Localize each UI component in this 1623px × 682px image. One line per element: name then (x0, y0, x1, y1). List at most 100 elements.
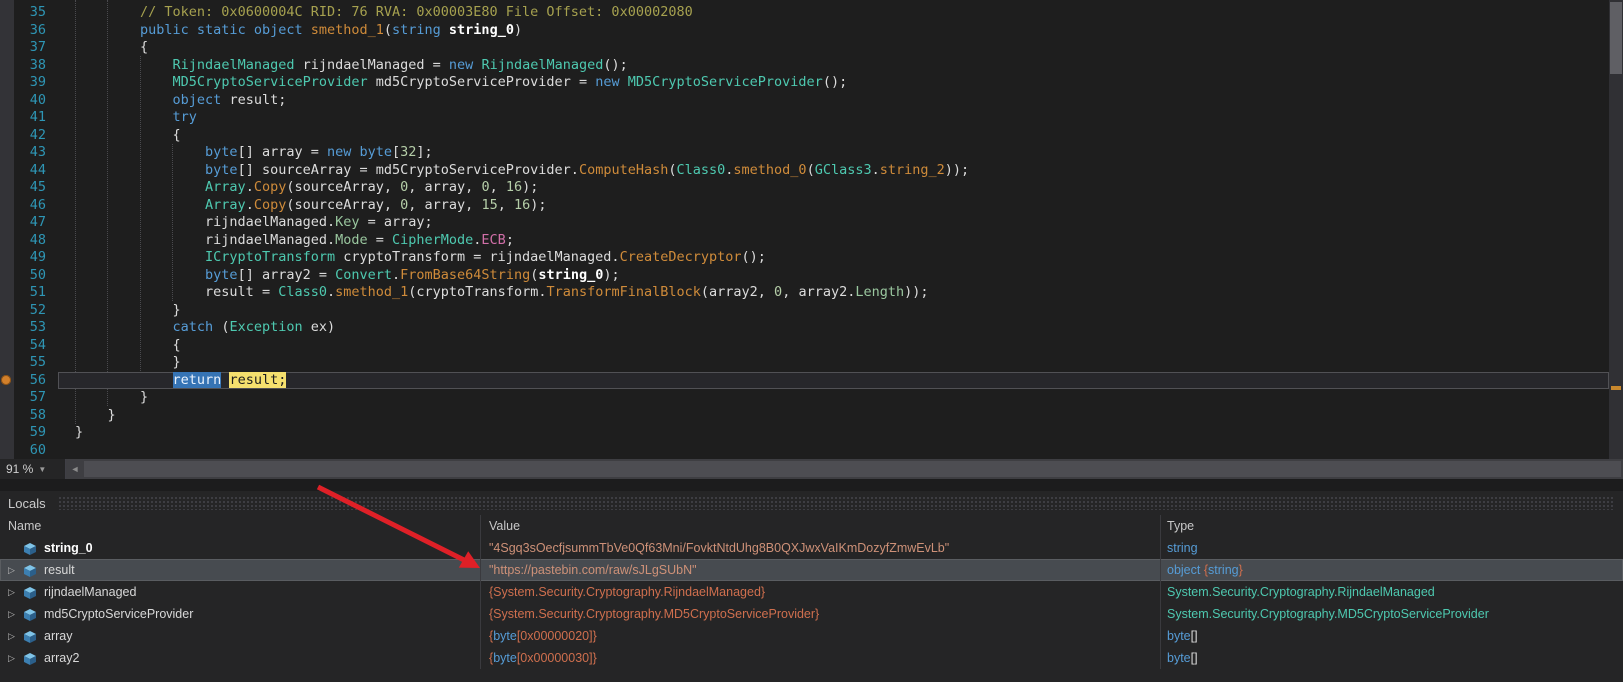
expand-arrow-icon[interactable]: ▷ (8, 603, 23, 625)
line-number: 59 (0, 424, 58, 442)
variable-name-cell[interactable]: ▷array2 (0, 647, 480, 669)
horizontal-scrollbar-thumb[interactable] (84, 461, 1621, 477)
expand-arrow-icon[interactable]: ▷ (8, 647, 23, 669)
line-number: 47 (0, 214, 58, 232)
line-content: return result; (58, 372, 1609, 390)
line-content: { (58, 39, 1609, 57)
line-number: 51 (0, 284, 58, 302)
line-content: rijndaelManaged.Key = array; (58, 214, 1609, 232)
variable-value[interactable]: {System.Security.Cryptography.RijndaelMa… (480, 581, 1160, 603)
code-line[interactable]: 46 Array.Copy(sourceArray, 0, array, 15,… (0, 197, 1609, 215)
locals-row[interactable]: ▷ md5CryptoServiceProvider {System.Securit… (0, 603, 1623, 625)
variable-value[interactable]: {System.Security.Cryptography.MD5CryptoS… (480, 603, 1160, 625)
code-line[interactable]: 48 rijndaelManaged.Mode = CipherMode.ECB… (0, 232, 1609, 250)
code-line[interactable]: 60 (0, 442, 1609, 460)
variable-value[interactable]: {byte[0x00000030]} (480, 647, 1160, 669)
token-kw: byte (493, 629, 517, 643)
token-ty: Array (205, 179, 246, 195)
token-kw: byte (360, 144, 393, 160)
variable-value[interactable]: {byte[0x00000020]} (480, 625, 1160, 647)
code-line[interactable]: 55 } (0, 354, 1609, 372)
locals-row[interactable]: string_0 "4Sgq3sOecfjsummTbVe0Qf63Mni/Fov… (0, 537, 1623, 559)
token-kw: new (595, 74, 619, 90)
code-line[interactable]: 44 byte[] sourceArray = md5CryptoService… (0, 162, 1609, 180)
token-me: string_2 (880, 162, 945, 178)
line-content: try (58, 109, 1609, 127)
variable-name-cell[interactable]: string_0 (0, 537, 480, 559)
token-pl: ); (530, 197, 546, 213)
code-line[interactable]: 41 try (0, 109, 1609, 127)
code-line[interactable]: 49 ICryptoTransform cryptoTransform = ri… (0, 249, 1609, 267)
horizontal-scrollbar[interactable]: ◄ (66, 459, 1623, 479)
token-ty: MD5CryptoServiceProvider (628, 74, 823, 90)
column-header-type[interactable]: Type (1160, 515, 1623, 537)
token-pl: [] array2 = (238, 267, 336, 283)
line-content: catch (Exception ex) (58, 319, 1609, 337)
token-pl: rijndaelManaged. (205, 214, 335, 230)
variable-name: md5CryptoServiceProvider (42, 603, 193, 625)
column-header-name[interactable]: Name (0, 515, 480, 537)
variable-name-cell[interactable]: ▷result (0, 559, 480, 581)
expand-arrow-icon[interactable]: ▷ (8, 559, 23, 581)
code-line[interactable]: 38 RijndaelManaged rijndaelManaged = new… (0, 57, 1609, 75)
variable-name-cell[interactable]: ▷rijndaelManaged (0, 581, 480, 603)
token-pl: ); (603, 267, 619, 283)
token-str: "4Sgq3sOecfjsummTbVe0Qf63Mni/FovktNtdUhg… (489, 541, 949, 555)
dnspy-debugger-window: 35 // Token: 0x0600004C RID: 76 RVA: 0x0… (0, 0, 1623, 682)
token-pl: . (327, 284, 335, 300)
code-line[interactable]: 57 } (0, 389, 1609, 407)
code-line[interactable]: 36 public static object smethod_1(string… (0, 22, 1609, 40)
token-pl: . (392, 267, 400, 283)
locals-row[interactable]: ▷result"https://pastebin.com/raw/sJLgSUb… (0, 559, 1623, 581)
indentation (75, 127, 173, 143)
locals-row[interactable]: ▷array{byte[0x00000020]}byte[] (0, 625, 1623, 647)
token-kw: byte (205, 162, 238, 178)
line-number: 40 (0, 92, 58, 110)
code-line-current[interactable]: 56 return result; (0, 372, 1609, 390)
line-number: 57 (0, 389, 58, 407)
scroll-left-icon[interactable]: ◄ (66, 464, 84, 474)
code-line[interactable]: 59} (0, 424, 1609, 442)
token-pl: , array2. (782, 284, 855, 300)
local-variable-icon (23, 541, 42, 555)
chevron-down-icon[interactable]: ▼ (38, 465, 46, 474)
code-line[interactable]: 52 } (0, 302, 1609, 320)
local-variable-icon (23, 563, 42, 577)
token-pl: , (498, 197, 514, 213)
column-header-value[interactable]: Value (480, 515, 1160, 537)
token-kw: byte (205, 267, 238, 283)
line-content: byte[] array = new byte[32]; (58, 144, 1609, 162)
code-line[interactable]: 51 result = Class0.smethod_1(cryptoTrans… (0, 284, 1609, 302)
code-line[interactable]: 58 } (0, 407, 1609, 425)
code-line[interactable]: 50 byte[] array2 = Convert.FromBase64Str… (0, 267, 1609, 285)
line-content: { (58, 127, 1609, 145)
code-line[interactable]: 37 { (0, 39, 1609, 57)
locals-row[interactable]: ▷array2{byte[0x00000030]}byte[] (0, 647, 1623, 669)
code-line[interactable]: 47 rijndaelManaged.Key = array; (0, 214, 1609, 232)
locals-title-bar[interactable]: Locals (0, 491, 1623, 515)
vertical-scrollbar-thumb[interactable] (1610, 2, 1622, 74)
code-line[interactable]: 39 MD5CryptoServiceProvider md5CryptoSer… (0, 74, 1609, 92)
token-kw: public static object (140, 22, 311, 38)
expand-arrow-icon[interactable]: ▷ (8, 581, 23, 603)
variable-type: string (1160, 537, 1623, 559)
code-line[interactable]: 53 catch (Exception ex) (0, 319, 1609, 337)
line-number: 39 (0, 74, 58, 92)
token-kw: object (173, 92, 222, 108)
code-line[interactable]: 40 object result; (0, 92, 1609, 110)
variable-value[interactable]: "4Sgq3sOecfjsummTbVe0Qf63Mni/FovktNtdUhg… (480, 537, 1160, 559)
code-line[interactable]: 35 // Token: 0x0600004C RID: 76 RVA: 0x0… (0, 4, 1609, 22)
expand-arrow-icon[interactable]: ▷ (8, 625, 23, 647)
code-line[interactable]: 42 { (0, 127, 1609, 145)
locals-row[interactable]: ▷rijndaelManaged{System.Security.Cryptog… (0, 581, 1623, 603)
line-number: 52 (0, 302, 58, 320)
zoom-control[interactable]: 91 % ▼ (0, 459, 66, 479)
variable-value[interactable]: "https://pastebin.com/raw/sJLgSUbN" (480, 559, 1160, 581)
variable-name-cell[interactable]: ▷array (0, 625, 480, 647)
code-line[interactable]: 43 byte[] array = new byte[32]; (0, 144, 1609, 162)
token-pl: } (140, 389, 148, 405)
variable-name-cell[interactable]: ▷ md5CryptoServiceProvider (0, 603, 480, 625)
code-line[interactable]: 54 { (0, 337, 1609, 355)
code-line[interactable]: 45 Array.Copy(sourceArray, 0, array, 0, … (0, 179, 1609, 197)
vertical-scrollbar[interactable] (1609, 0, 1623, 459)
